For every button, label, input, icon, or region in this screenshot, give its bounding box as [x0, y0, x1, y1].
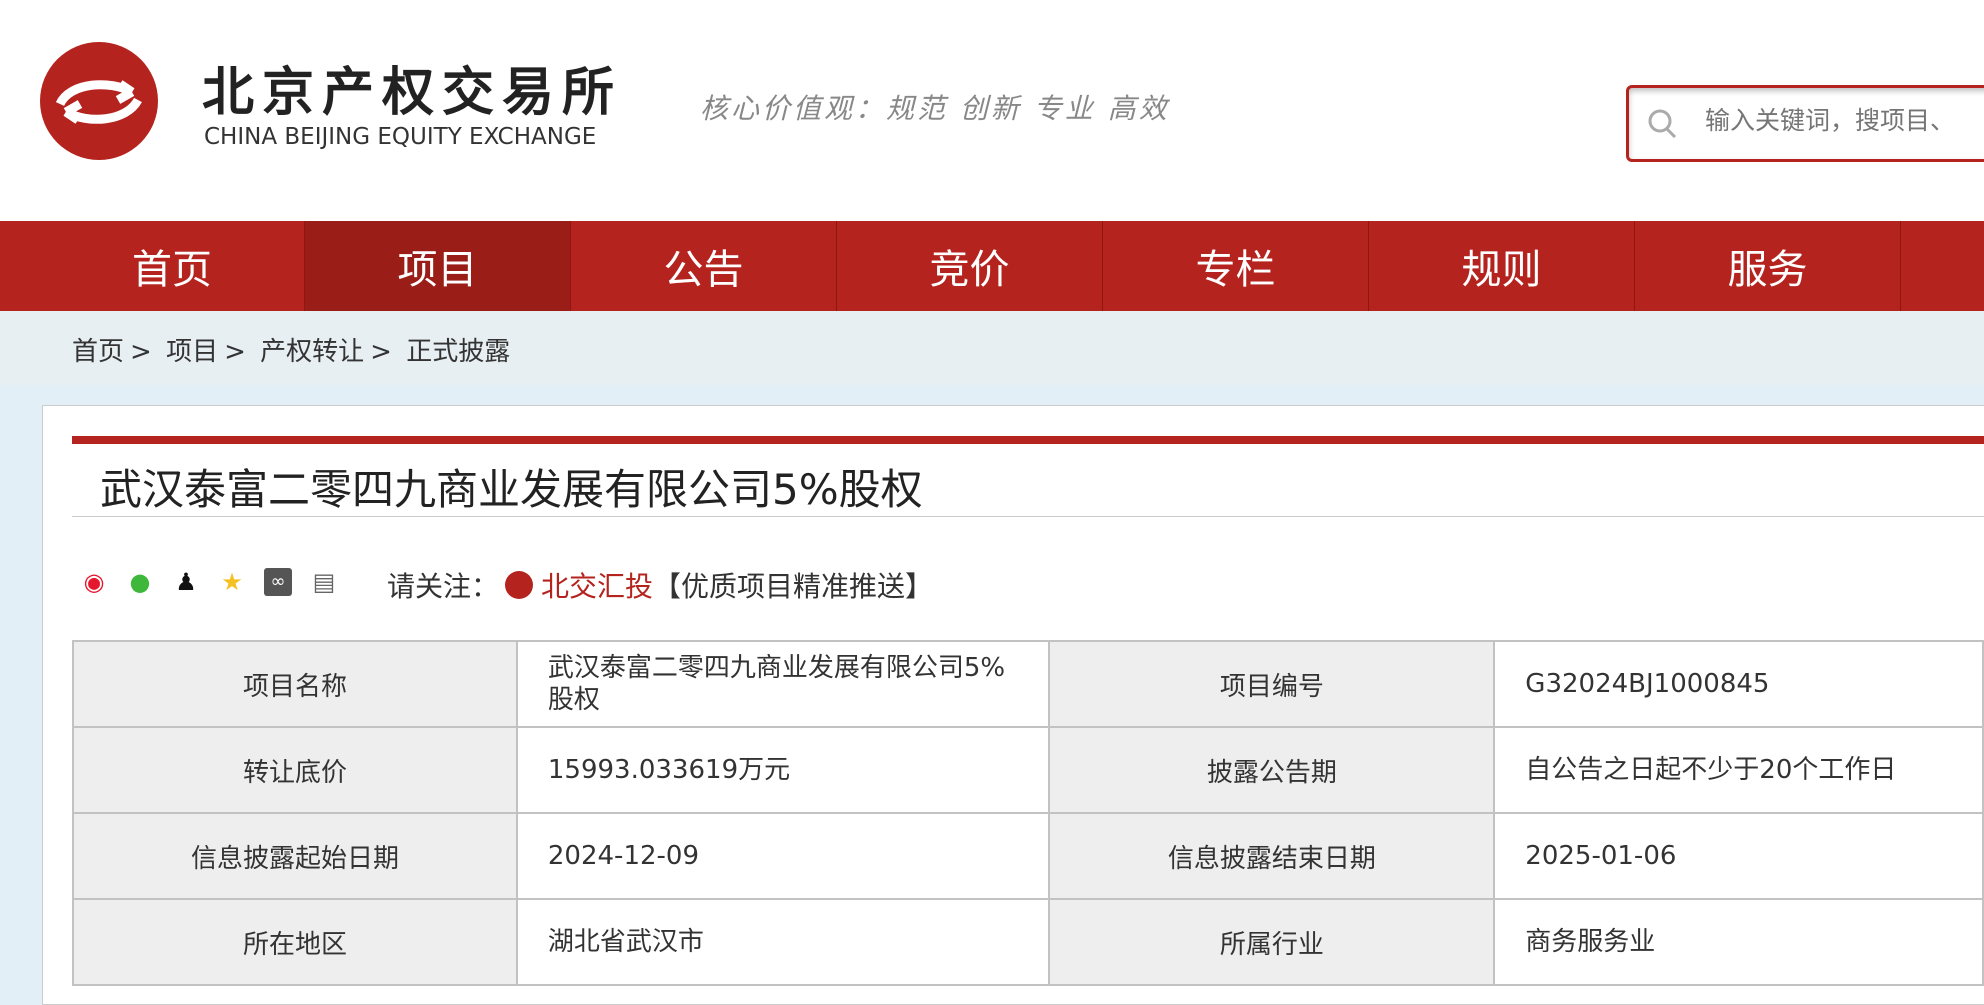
field-label: 信息披露起始日期 — [72, 812, 518, 900]
title-accent-bar — [72, 436, 1984, 444]
table-row: 信息披露起始日期 2024-12-09 信息披露结束日期 2025-01-06 — [72, 812, 1984, 900]
project-info-table: 项目名称 武汉泰富二零四九商业发展有限公司5%股权 项目编号 G32024BJ1… — [72, 640, 1984, 986]
nav-rules[interactable]: 规则 — [1369, 221, 1635, 311]
breadcrumb-projects[interactable]: 项目 — [166, 337, 218, 367]
field-value: 15993.033619万元 — [515, 726, 1051, 814]
table-row: 转让底价 15993.033619万元 披露公告期 自公告之日起不少于20个工作… — [72, 726, 1984, 814]
field-value: 湖北省武汉市 — [515, 898, 1051, 986]
brand-name-en: CHINA BEIJING EQUITY EXCHANGE — [204, 124, 597, 150]
follow-brand-link[interactable]: 北交汇投 — [541, 565, 653, 605]
table-row: 项目名称 武汉泰富二零四九商业发展有限公司5%股权 项目编号 G32024BJ1… — [72, 640, 1984, 728]
field-value: 武汉泰富二零四九商业发展有限公司5%股权 — [515, 640, 1051, 728]
nav-services[interactable]: 服务 — [1635, 221, 1901, 311]
breadcrumb-current: 正式披露 — [406, 337, 511, 367]
search-box[interactable] — [1626, 85, 1984, 162]
bjhtz-logo-icon — [505, 571, 534, 599]
table-row: 所在地区 湖北省武汉市 所属行业 商务服务业 — [72, 898, 1984, 986]
search-icon — [1648, 109, 1677, 138]
wechat-icon[interactable]: ● — [126, 568, 154, 596]
share-bar: ◉ ● ♟ ★ ∞ ▤ — [80, 568, 338, 596]
logo-icon[interactable] — [40, 42, 158, 160]
nav-columns[interactable]: 专栏 — [1103, 221, 1369, 311]
field-value: 自公告之日起不少于20个工作日 — [1493, 726, 1984, 814]
field-value: 2024-12-09 — [515, 812, 1051, 900]
brand-name-cn: 北京产权交易所 — [202, 63, 623, 123]
field-label: 转让底价 — [72, 726, 518, 814]
breadcrumb-sep: > — [130, 337, 152, 367]
main-nav: 首页 项目 公告 竞价 专栏 规则 服务 — [0, 221, 1984, 311]
field-label: 项目编号 — [1048, 640, 1496, 728]
qq-icon[interactable]: ♟ — [172, 568, 200, 596]
field-value: G32024BJ1000845 — [1493, 640, 1984, 728]
field-label: 所在地区 — [72, 898, 518, 986]
print-icon[interactable]: ▤ — [310, 568, 338, 596]
nav-home[interactable]: 首页 — [0, 221, 305, 311]
breadcrumb-sep: > — [370, 337, 392, 367]
field-label: 项目名称 — [72, 640, 518, 728]
slogan: 核心价值观：规范 创新 专业 高效 — [700, 92, 1170, 125]
field-label: 所属行业 — [1048, 898, 1496, 986]
nav-announcements[interactable]: 公告 — [571, 221, 837, 311]
breadcrumb: 首页 > 项目 > 产权转让 > 正式披露 — [0, 311, 1984, 385]
page-title: 武汉泰富二零四九商业发展有限公司5%股权 — [100, 465, 923, 514]
follow-notice: 请关注： 北交汇投 【优质项目精准推送】 — [387, 565, 933, 605]
field-value: 2025-01-06 — [1493, 812, 1984, 900]
breadcrumb-sep: > — [224, 337, 246, 367]
nav-projects[interactable]: 项目 — [305, 221, 571, 311]
link-icon[interactable]: ∞ — [264, 568, 292, 596]
weibo-icon[interactable]: ◉ — [80, 568, 108, 596]
field-value: 商务服务业 — [1493, 898, 1984, 986]
header: 北京产权交易所 CHINA BEIJING EQUITY EXCHANGE 核心… — [0, 0, 1984, 221]
nav-bidding[interactable]: 竞价 — [837, 221, 1103, 311]
breadcrumb-transfer[interactable]: 产权转让 — [260, 337, 364, 367]
field-label: 信息披露结束日期 — [1048, 812, 1496, 900]
field-label: 披露公告期 — [1048, 726, 1496, 814]
breadcrumb-home[interactable]: 首页 — [72, 337, 124, 367]
divider — [72, 516, 1984, 517]
qzone-icon[interactable]: ★ — [218, 568, 246, 596]
follow-label: 请关注： — [387, 570, 500, 603]
follow-tagline: 【优质项目精准推送】 — [653, 570, 934, 603]
search-input[interactable] — [1705, 106, 1984, 135]
